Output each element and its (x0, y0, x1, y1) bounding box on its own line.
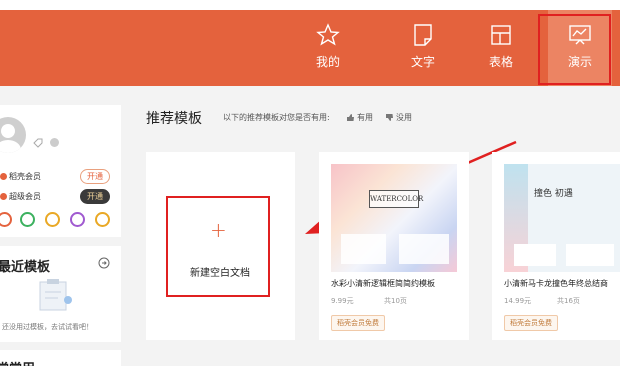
template-price: 9.99元 (331, 297, 354, 305)
thumbnail-slide (341, 234, 386, 264)
template-pages: 共10页 (384, 297, 407, 305)
thumbnail-slide (399, 234, 449, 264)
template-title: 小清新马卡龙撞色年终总结商 (504, 279, 608, 288)
member-free-badge: 稻壳会员免费 (331, 315, 385, 331)
template-thumbnail[interactable]: WATERCOLOR (331, 164, 457, 272)
thumbnail-slide (566, 244, 614, 266)
thumbnail-slide (514, 244, 556, 266)
thumbnail-title: WATERCOLOR (369, 190, 423, 208)
thumbnail-title: 撞色 初遇 (534, 189, 573, 199)
template-pages: 共16页 (557, 297, 580, 305)
template-thumbnail[interactable]: 撞色 初遇 (504, 164, 620, 272)
member-free-badge: 稻壳会员免费 (504, 315, 558, 331)
template-card-macaron[interactable]: 撞色 初遇 小清新马卡龙撞色年终总结商 14.99元 共16页 稻壳会员免费 (492, 152, 620, 340)
template-title: 水彩小清新逻辑框简简约模板 (331, 279, 435, 288)
template-card-watercolor[interactable]: WATERCOLOR 水彩小清新逻辑框简简约模板 9.99元 共10页 稻壳会员… (319, 152, 469, 340)
template-price: 14.99元 (504, 297, 532, 305)
